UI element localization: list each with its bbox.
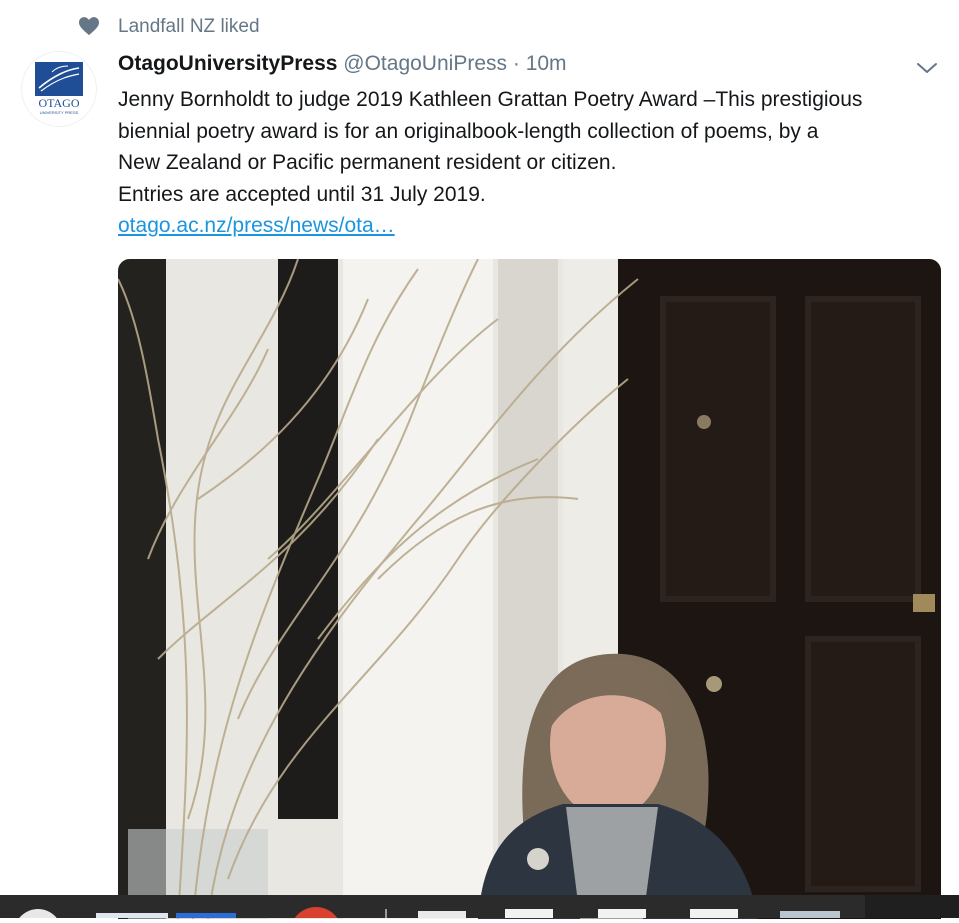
tweet-text: Jenny Bornholdt to judge 2019 Kathleen G…	[118, 84, 948, 242]
avatar[interactable]: OTAGO UNIVERSITY PRESS	[22, 52, 96, 126]
dock-app-icon	[16, 909, 60, 923]
logo-subtext: UNIVERSITY PRESS	[40, 110, 79, 115]
tweet-header: OtagoUniversityPress @OtagoUniPress · 10…	[118, 50, 567, 78]
dock-app-icon	[598, 909, 646, 918]
display-name[interactable]: OtagoUniversityPress	[118, 52, 337, 75]
social-context-text[interactable]: Landfall NZ liked	[118, 16, 260, 38]
photo-illustration	[118, 259, 941, 919]
dock-separator	[385, 909, 387, 918]
separator-dot: ·	[512, 52, 520, 75]
tweet-link[interactable]: otago.ac.nz/press/news/ota…	[118, 214, 395, 237]
handle[interactable]: @OtagoUniPress	[343, 52, 507, 75]
dock-app-icon	[176, 913, 236, 923]
timestamp[interactable]: 10m	[526, 52, 567, 75]
dock-app-icon	[780, 911, 840, 918]
tweet-text-line: Entries are accepted until 31 July 2019.	[118, 182, 486, 206]
social-context: Landfall NZ liked	[78, 14, 260, 38]
tweet-text-line: New Zealand or Pacific permanent residen…	[118, 151, 617, 174]
chevron-down-icon[interactable]	[915, 58, 939, 78]
tweet-photo[interactable]	[118, 259, 941, 919]
logo-wordmark: OTAGO	[38, 96, 79, 110]
dock-icons	[16, 895, 959, 923]
dock-app-icon	[865, 895, 959, 918]
taskbar	[0, 895, 959, 923]
dock-app-icon	[505, 909, 553, 918]
heart-icon	[79, 17, 99, 36]
tweet-text-line: biennial poetry award is for an original…	[118, 119, 819, 143]
dock-app-icon	[96, 913, 168, 923]
dock-app-icon	[418, 911, 466, 918]
tweet-text-line: Jenny Bornholdt to judge 2019 Kathleen G…	[118, 88, 863, 111]
dock-app-icon	[292, 907, 340, 923]
dock-app-icon	[690, 909, 738, 918]
otago-press-logo: OTAGO UNIVERSITY PRESS	[35, 62, 83, 115]
